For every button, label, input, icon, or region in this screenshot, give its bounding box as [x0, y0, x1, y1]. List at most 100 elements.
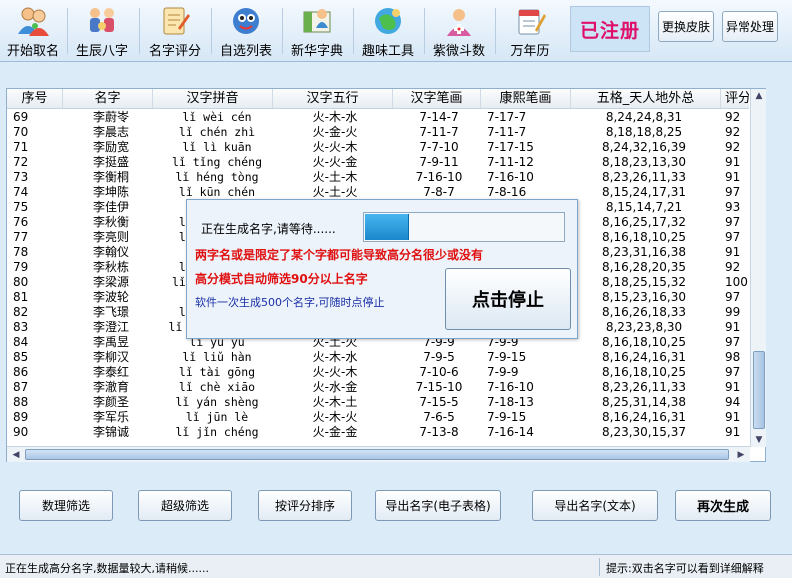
table-cell: 火-木-土 — [312, 395, 358, 409]
table-row[interactable]: 85 李柳汉 lǐ liǔ hàn 火-木-水 7-9-5 7-9-15 8,16,24,1… — [7, 350, 749, 365]
custom-list-button[interactable]: 自选列表 — [214, 2, 278, 60]
table-cell: 火-火-金 — [312, 155, 358, 169]
table-cell: 7-9-15 — [487, 350, 527, 364]
horizontal-scrollbar[interactable]: ◀ ▶ — [7, 446, 750, 462]
warning-text-high-score: 高分模式自动筛选90分以上名字 — [195, 272, 368, 286]
column-header-wuge[interactable]: 五格_天人地外总 — [571, 89, 721, 108]
column-header-name[interactable]: 名字 — [63, 89, 153, 108]
table-cell: 7-13-8 — [419, 425, 459, 439]
table-cell: 火-木-水 — [312, 350, 358, 364]
column-header-score[interactable]: 评分 — [721, 89, 749, 108]
table-row[interactable]: 86 李泰红 lǐ tài gōng 火-火-木 7-10-6 7-9-9 8,16,18,… — [7, 365, 749, 380]
scroll-right-icon[interactable]: ▶ — [734, 447, 748, 463]
export-text-button[interactable]: 导出名字(文本) — [532, 490, 658, 521]
calendar-button[interactable]: 万年历 — [500, 2, 560, 60]
table-cell: 7-16-14 — [487, 425, 534, 439]
table-cell: 100 — [725, 275, 748, 289]
table-row[interactable]: 90 李锦诚 lǐ jǐn chéng 火-金-金 7-13-8 7-16-14 8,23,… — [7, 425, 749, 440]
table-cell: 7-9-15 — [487, 410, 527, 424]
table-cell: 89 — [13, 410, 29, 424]
table-row[interactable]: 73 李衡桐 lǐ héng tòng 火-土-木 7-16-10 7-16-10 8,23… — [7, 170, 749, 185]
table-row[interactable]: 88 李颜圣 lǐ yán shèng 火-木-土 7-15-5 7-18-13 8,25,… — [7, 395, 749, 410]
vertical-scroll-thumb[interactable] — [753, 351, 765, 429]
astrology-label: 紫微斗数 — [432, 44, 485, 59]
regenerate-button[interactable]: 再次生成 — [675, 490, 771, 521]
error-handling-button[interactable]: 异常处理 — [722, 11, 778, 42]
table-cell: 7-11-12 — [487, 155, 534, 169]
export-excel-button[interactable]: 导出名字(电子表格) — [375, 490, 501, 521]
table-cell: lǐ jǐn chéng — [175, 425, 259, 439]
table-cell: 李秋栋 — [92, 260, 129, 274]
table-cell: 李锦诚 — [92, 425, 129, 439]
table-row[interactable]: 87 李澈育 lǐ chè xiāo 火-水-金 7-15-10 7-16-10 8,23,… — [7, 380, 749, 395]
table-row[interactable]: 70 李晨志 lǐ chén zhì 火-金-火 7-11-7 7-11-7 8,18,18… — [7, 125, 749, 140]
table-cell: 李翰仪 — [92, 245, 129, 259]
custom-list-label: 自选列表 — [219, 44, 272, 59]
table-cell: lǐ wèi cén — [182, 110, 252, 124]
table-row[interactable]: 74 李坤陈 lǐ kūn chén 火-土-火 7-8-7 7-8-16 8,15,24,… — [7, 185, 749, 200]
column-header-kangxi-strokes[interactable]: 康熙笔画 — [481, 89, 571, 108]
column-header-pinyin[interactable]: 汉字拼音 — [153, 89, 273, 108]
column-header-wuxing[interactable]: 汉字五行 — [273, 89, 393, 108]
table-cell: 李澈育 — [92, 380, 129, 394]
scroll-down-icon[interactable]: ▼ — [751, 433, 767, 447]
table-cell: 7-10-6 — [419, 365, 459, 379]
table-cell: 李晨志 — [92, 125, 129, 139]
table-cell: 8,24,32,16,39 — [602, 140, 686, 154]
table-cell: 7-16-10 — [487, 380, 534, 394]
calendar-icon — [518, 9, 546, 35]
table-cell: 8,23,30,15,37 — [602, 425, 686, 439]
table-cell: 火-金-金 — [312, 425, 358, 439]
column-header-strokes[interactable]: 汉字笔画 — [393, 89, 481, 108]
change-skin-button[interactable]: 更换皮肤 — [658, 11, 714, 42]
table-cell: lǐ chè xiāo — [178, 380, 256, 394]
table-cell: 91 — [725, 425, 741, 439]
start-naming-button[interactable]: 开始取名 — [2, 2, 64, 60]
table-cell: 7-9-11 — [419, 155, 459, 169]
logic-filter-button[interactable]: 数理筛选 — [19, 490, 113, 521]
table-cell: 8,18,23,13,30 — [602, 155, 686, 169]
table-cell: 李挺盛 — [92, 155, 129, 169]
table-row[interactable]: 71 李励宽 lǐ lì kuān 火-火-木 7-7-10 7-17-15 8,24,32… — [7, 140, 749, 155]
table-cell: 7-11-7 — [419, 125, 459, 139]
table-cell: 李坤陈 — [92, 185, 129, 199]
birth-chart-button[interactable]: 生辰八字 — [70, 2, 134, 60]
table-cell: lǐ liǔ hàn — [182, 350, 252, 364]
super-filter-button[interactable]: 超级筛选 — [138, 490, 232, 521]
table-cell: 97 — [725, 365, 741, 379]
table-cell: 73 — [13, 170, 29, 184]
vertical-scrollbar[interactable]: ▲ ▼ — [750, 89, 766, 447]
astrology-button[interactable]: 紫微斗数 — [427, 2, 491, 60]
table-cell: 69 — [13, 110, 29, 124]
name-scoring-button[interactable]: 名字评分 — [143, 2, 207, 60]
table-cell: 7-7-10 — [419, 140, 459, 154]
table-cell: 8,23,26,11,33 — [602, 380, 686, 394]
horizontal-scroll-thumb[interactable] — [25, 449, 729, 460]
start-naming-label: 开始取名 — [6, 44, 59, 59]
stop-button[interactable]: 点击停止 — [445, 268, 571, 330]
table-cell: 8,16,25,17,32 — [602, 215, 686, 229]
table-cell: 李禹昱 — [92, 335, 129, 349]
fun-tools-button[interactable]: 趣味工具 — [356, 2, 420, 60]
sort-by-score-button[interactable]: 按评分排序 — [258, 490, 352, 521]
table-row[interactable]: 72 李挺盛 lǐ tǐng chéng 火-火-金 7-9-11 7-11-12 8,18… — [7, 155, 749, 170]
column-header-index[interactable]: 序号 — [7, 89, 63, 108]
scoring-pad-icon — [163, 7, 190, 35]
status-message: 正在生成高分名字,数据量较大,请稍候...... — [5, 562, 209, 575]
table-cell: 8,16,24,16,31 — [602, 350, 686, 364]
table-row[interactable]: 69 李蔚岺 lǐ wèi cén 火-木-水 7-14-7 7-17-7 8,24,24,… — [7, 110, 749, 125]
table-cell: 8,18,25,15,32 — [602, 275, 686, 289]
table-cell: 94 — [725, 395, 741, 409]
dictionary-button[interactable]: 新华字典 — [285, 2, 349, 60]
scroll-left-icon[interactable]: ◀ — [9, 447, 23, 463]
table-row[interactable]: 89 李军乐 lǐ jūn lè 火-木-火 7-6-5 7-9-15 8,16,24,16… — [7, 410, 749, 425]
table-cell: 7-16-10 — [415, 170, 463, 184]
table-cell: 8,23,31,16,38 — [602, 245, 686, 259]
table-cell: 97 — [725, 215, 741, 229]
table-cell: 火-火-木 — [312, 140, 358, 154]
scroll-up-icon[interactable]: ▲ — [751, 89, 767, 103]
table-cell: 7-14-7 — [419, 110, 459, 124]
table-cell: 97 — [725, 185, 741, 199]
table-cell: lǐ chén zhì — [178, 125, 256, 139]
table-cell: 7-9-5 — [423, 350, 455, 364]
